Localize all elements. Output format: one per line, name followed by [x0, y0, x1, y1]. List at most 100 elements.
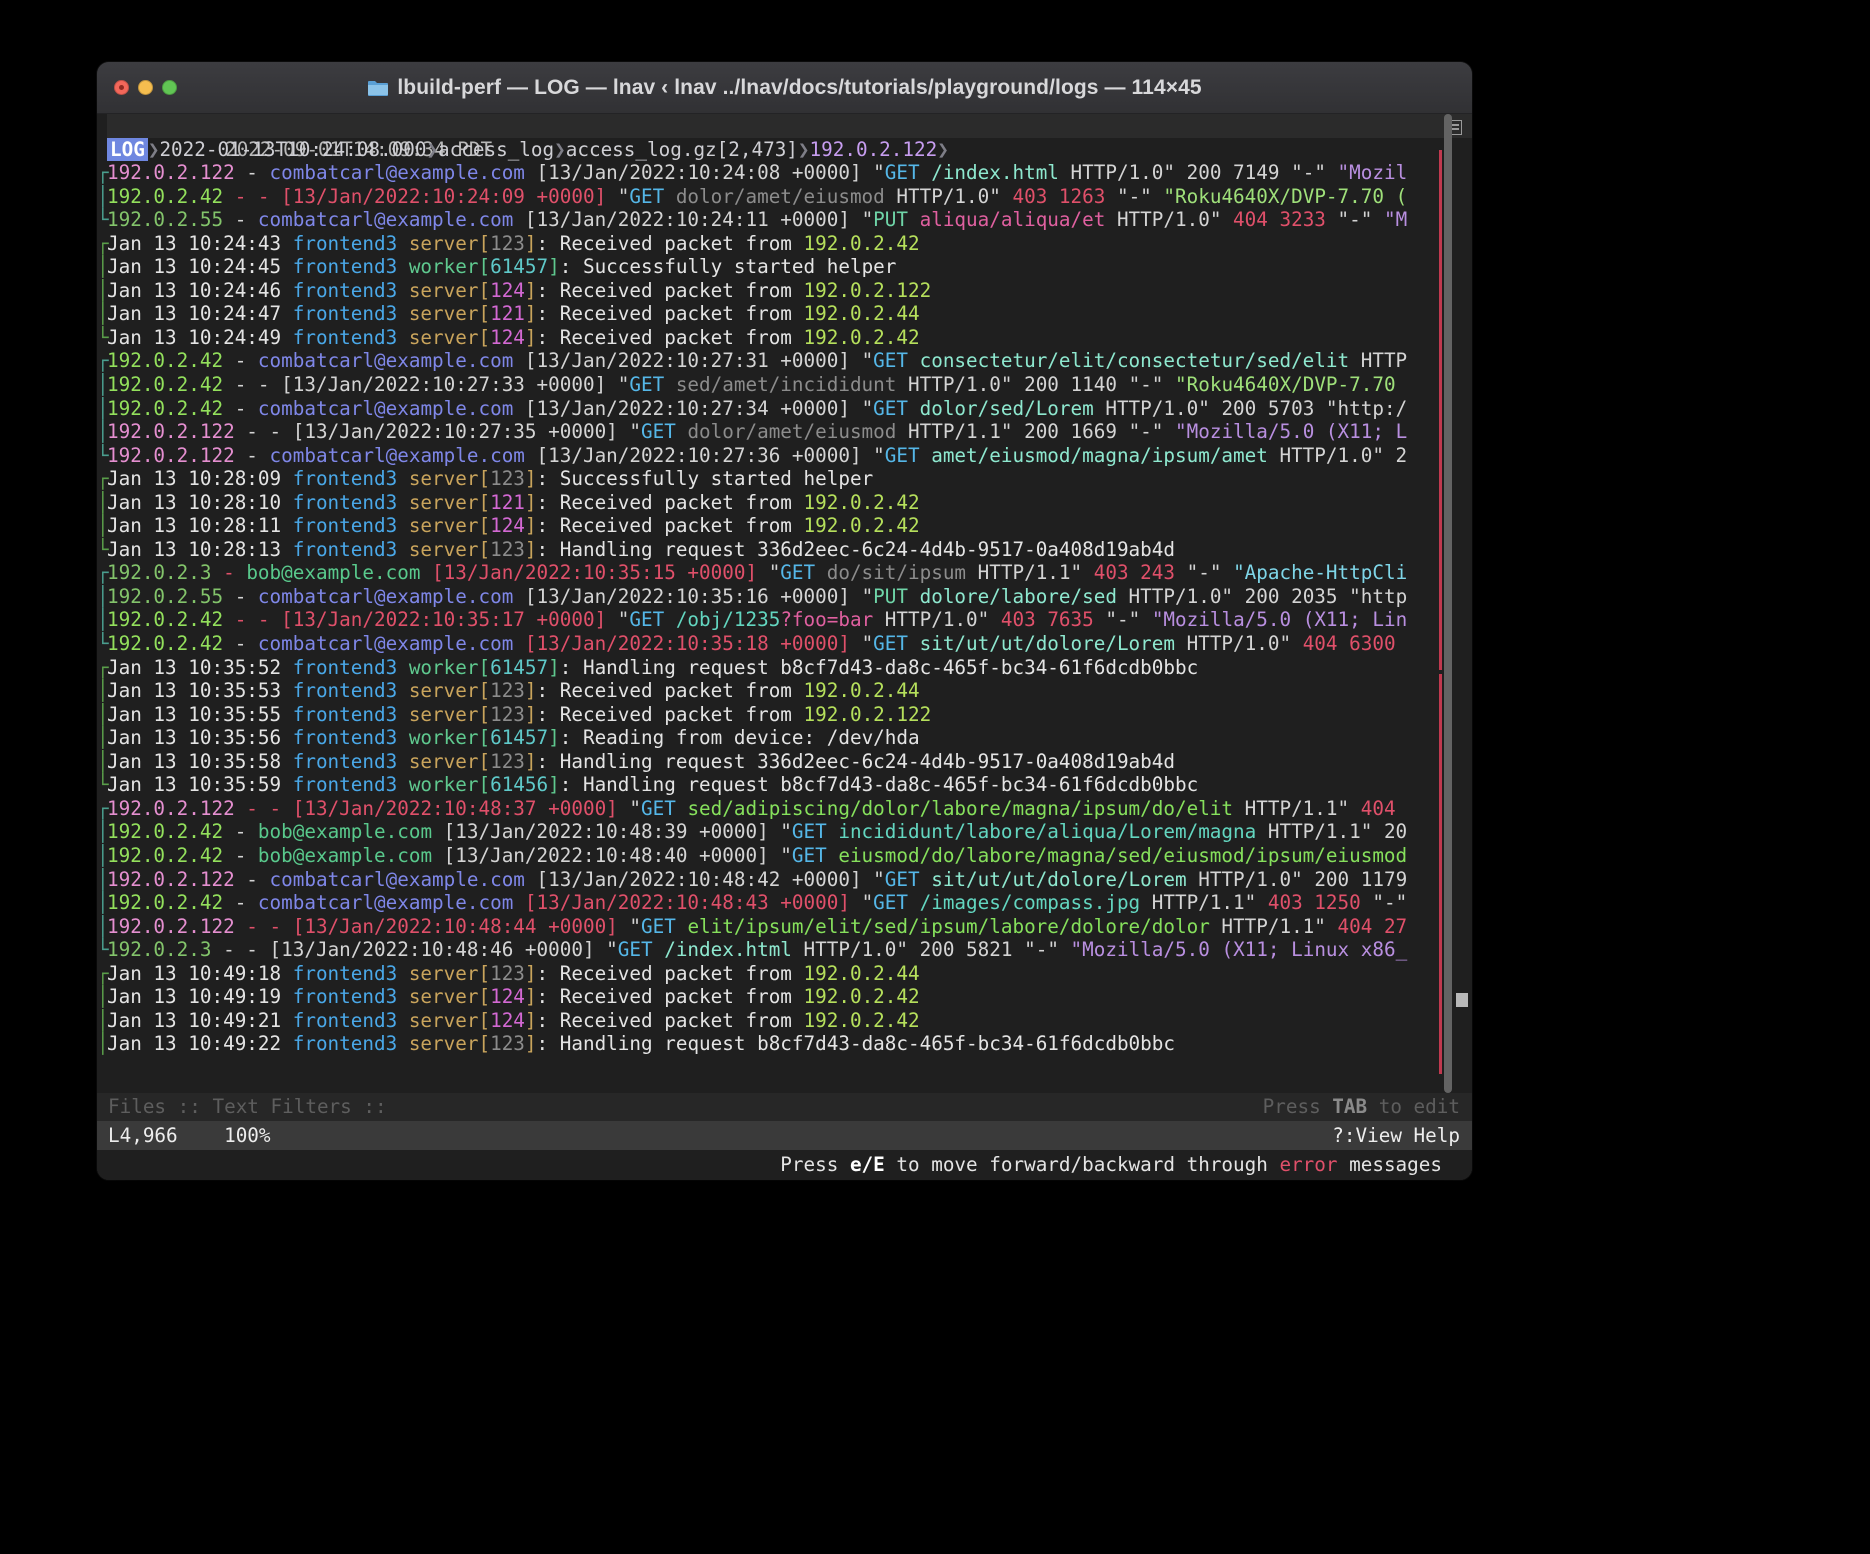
log-line[interactable]: │Jan 13 10:49:22 frontend3 server[123]: …	[97, 1032, 1472, 1056]
breadcrumb-item[interactable]: access_log.gz[2,473]	[566, 138, 798, 161]
log-token: "	[780, 820, 792, 844]
log-token: "-"	[1093, 608, 1152, 632]
log-token: "	[873, 867, 885, 891]
log-line[interactable]: │192.0.2.42 - - [13/Jan/2022:10:24:09 +0…	[97, 185, 1472, 209]
log-line[interactable]: └192.0.2.122 - combatcarl@example.com [1…	[97, 444, 1472, 468]
log-line[interactable]: │Jan 13 10:35:58 frontend3 server[123]: …	[97, 750, 1472, 774]
log-token: server	[408, 302, 479, 326]
log-line[interactable]: ┌Jan 13 10:35:52 frontend3 worker[61457]…	[97, 655, 1472, 680]
log-token: [13/Jan/2022:10:24:08 +0000]	[524, 161, 874, 185]
folder-icon	[368, 80, 389, 96]
log-token: : Handling request b8cf7d43-da8c-465f-bc…	[536, 1032, 1175, 1056]
log-token: [13/Jan/2022:10:48:46 +0000]	[269, 938, 607, 962]
log-token: "	[861, 349, 874, 373]
log-token: server	[408, 961, 479, 985]
log-token: "	[629, 796, 641, 820]
log-token: -	[223, 843, 258, 867]
log-token: /index.html	[664, 938, 792, 962]
log-line[interactable]: │Jan 13 10:24:45 frontend3 worker[61457]…	[97, 255, 1472, 279]
log-line[interactable]: │Jan 13 10:49:19 frontend3 server[124]: …	[97, 985, 1472, 1009]
log-line[interactable]: ┌192.0.2.42 - combatcarl@example.com [13…	[97, 349, 1472, 373]
log-token: sed/amet/incididunt	[675, 373, 897, 397]
scrollbar-position-box[interactable]	[1456, 993, 1468, 1007]
filters-bar[interactable]: Files :: Text Filters :: Press TAB to ed…	[97, 1093, 1472, 1121]
log-token: 192.0.2.122	[107, 161, 235, 185]
log-token	[815, 561, 827, 584]
log-token: -	[211, 561, 247, 585]
log-line[interactable]: ┌Jan 13 10:49:18 frontend3 server[123]: …	[97, 961, 1472, 986]
log-token	[397, 750, 409, 773]
log-group-gutter-icon: │	[97, 702, 109, 726]
log-token: "http	[1337, 584, 1408, 608]
log-line[interactable]: │192.0.2.122 - - [13/Jan/2022:10:27:35 +…	[97, 420, 1472, 444]
log-line[interactable]: │192.0.2.55 - combatcarl@example.com [13…	[97, 584, 1472, 609]
log-line[interactable]: │192.0.2.122 - combatcarl@example.com [1…	[97, 867, 1472, 892]
log-line[interactable]: ┌Jan 13 10:28:09 frontend3 server[123]: …	[97, 467, 1472, 491]
log-line[interactable]: │192.0.2.42 - - [13/Jan/2022:10:35:17 +0…	[97, 608, 1472, 632]
log-line[interactable]: │192.0.2.42 - combatcarl@example.com [13…	[97, 891, 1472, 915]
log-line[interactable]: ┌192.0.2.3 - bob@example.com [13/Jan/202…	[97, 561, 1472, 585]
log-line[interactable]: └192.0.2.3 - - [13/Jan/2022:10:48:46 +00…	[97, 938, 1472, 962]
log-line[interactable]: │Jan 13 10:35:55 frontend3 server[123]: …	[97, 703, 1472, 727]
log-token: PUT	[873, 208, 908, 232]
log-token: combatcarl@example.com	[257, 349, 514, 373]
log-line[interactable]: │Jan 13 10:24:47 frontend3 server[121]: …	[97, 302, 1472, 326]
log-token: ]	[524, 325, 537, 349]
zoom-button[interactable]	[162, 80, 177, 95]
scrollbar[interactable]	[1444, 114, 1454, 1093]
log-token: [13/Jan/2022:10:27:34 +0000]	[513, 396, 862, 420]
log-token: GET	[884, 161, 920, 185]
breadcrumb-item[interactable]: 2022-01-13T10:24:08.000	[159, 138, 426, 161]
log-line[interactable]: │Jan 13 10:35:53 frontend3 server[123]: …	[97, 679, 1472, 703]
log-token: frontend3	[292, 302, 398, 326]
log-line[interactable]: └Jan 13 10:24:49 frontend3 server[124]: …	[97, 325, 1472, 350]
log-token: "Apache-HttpCli	[1233, 561, 1408, 585]
log-line[interactable]: └192.0.2.42 - combatcarl@example.com [13…	[97, 632, 1472, 656]
log-token: Jan 13 10:28:11	[107, 514, 293, 538]
window-controls	[114, 80, 177, 95]
log-line[interactable]: ┌192.0.2.122 - - [13/Jan/2022:10:48:37 +…	[97, 796, 1472, 821]
log-token: 192.0.2.55	[107, 208, 224, 232]
log-token	[908, 208, 920, 231]
log-line[interactable]: └Jan 13 10:28:13 frontend3 server[123]: …	[97, 538, 1472, 562]
log-token: [13/Jan/2022:10:48:43 +0000]	[513, 891, 862, 915]
log-token: 200 1179	[1314, 867, 1408, 891]
log-token: ]	[524, 961, 537, 985]
window-titlebar: lbuild-perf — LOG — lnav ‹ lnav ../lnav/…	[97, 62, 1472, 114]
log-line[interactable]: │Jan 13 10:28:10 frontend3 server[121]: …	[97, 491, 1472, 515]
log-line[interactable]: ┌Jan 13 10:24:43 frontend3 server[123]: …	[97, 232, 1472, 256]
breadcrumb-tag[interactable]: LOG	[107, 137, 148, 161]
log-line[interactable]: └Jan 13 10:35:59 frontend3 worker[61456]…	[97, 773, 1472, 797]
breadcrumb-item[interactable]: 192.0.2.122	[810, 138, 938, 161]
log-line[interactable]: ┌192.0.2.122 - combatcarl@example.com [1…	[97, 161, 1472, 185]
log-token: - -	[234, 914, 293, 938]
log-viewport[interactable]: 2022-09-01T14:09:34 PDT LOG❯2022-01-13T1…	[97, 114, 1472, 1093]
log-token: ]	[548, 655, 560, 679]
log-token: GET	[873, 349, 908, 373]
log-line[interactable]: └192.0.2.55 - combatcarl@example.com [13…	[97, 208, 1472, 232]
status-help-hint[interactable]: ?:View Help	[1332, 1121, 1460, 1150]
log-token: frontend3	[292, 514, 398, 538]
log-line[interactable]: │Jan 13 10:28:11 frontend3 server[124]: …	[97, 514, 1472, 538]
log-token: : Received packet from	[536, 302, 804, 326]
log-token	[676, 797, 688, 820]
log-line[interactable]: │192.0.2.122 - - [13/Jan/2022:10:48:44 +…	[97, 914, 1472, 939]
log-token: Jan 13 10:35:52	[107, 655, 293, 679]
breadcrumb-item[interactable]: access_log	[438, 138, 554, 161]
log-line[interactable]: │Jan 13 10:35:56 frontend3 worker[61457]…	[97, 726, 1472, 750]
breadcrumb[interactable]: LOG ❯2022-01-13T10:24:08.000❯access_log❯a…	[107, 137, 1472, 162]
log-token	[397, 679, 409, 702]
log-line[interactable]: │192.0.2.42 - bob@example.com [13/Jan/20…	[97, 820, 1472, 844]
log-token: 124	[490, 325, 525, 349]
log-token: 192.0.2.42	[107, 396, 224, 420]
log-token: "	[629, 914, 641, 938]
log-line[interactable]: │Jan 13 10:24:46 frontend3 server[124]: …	[97, 279, 1472, 303]
log-line[interactable]: │Jan 13 10:49:21 frontend3 server[124]: …	[97, 1009, 1472, 1033]
log-line[interactable]: │192.0.2.42 - bob@example.com [13/Jan/20…	[97, 843, 1472, 868]
log-line[interactable]: │192.0.2.42 - combatcarl@example.com [13…	[97, 396, 1472, 421]
scrollbar-thumb[interactable]	[1444, 114, 1452, 1093]
filters-label[interactable]: Files :: Text Filters ::	[108, 1093, 387, 1121]
minimize-button[interactable]	[138, 80, 153, 95]
log-line[interactable]: │192.0.2.42 - - [13/Jan/2022:10:27:33 +0…	[97, 373, 1472, 397]
close-button[interactable]	[114, 80, 129, 95]
